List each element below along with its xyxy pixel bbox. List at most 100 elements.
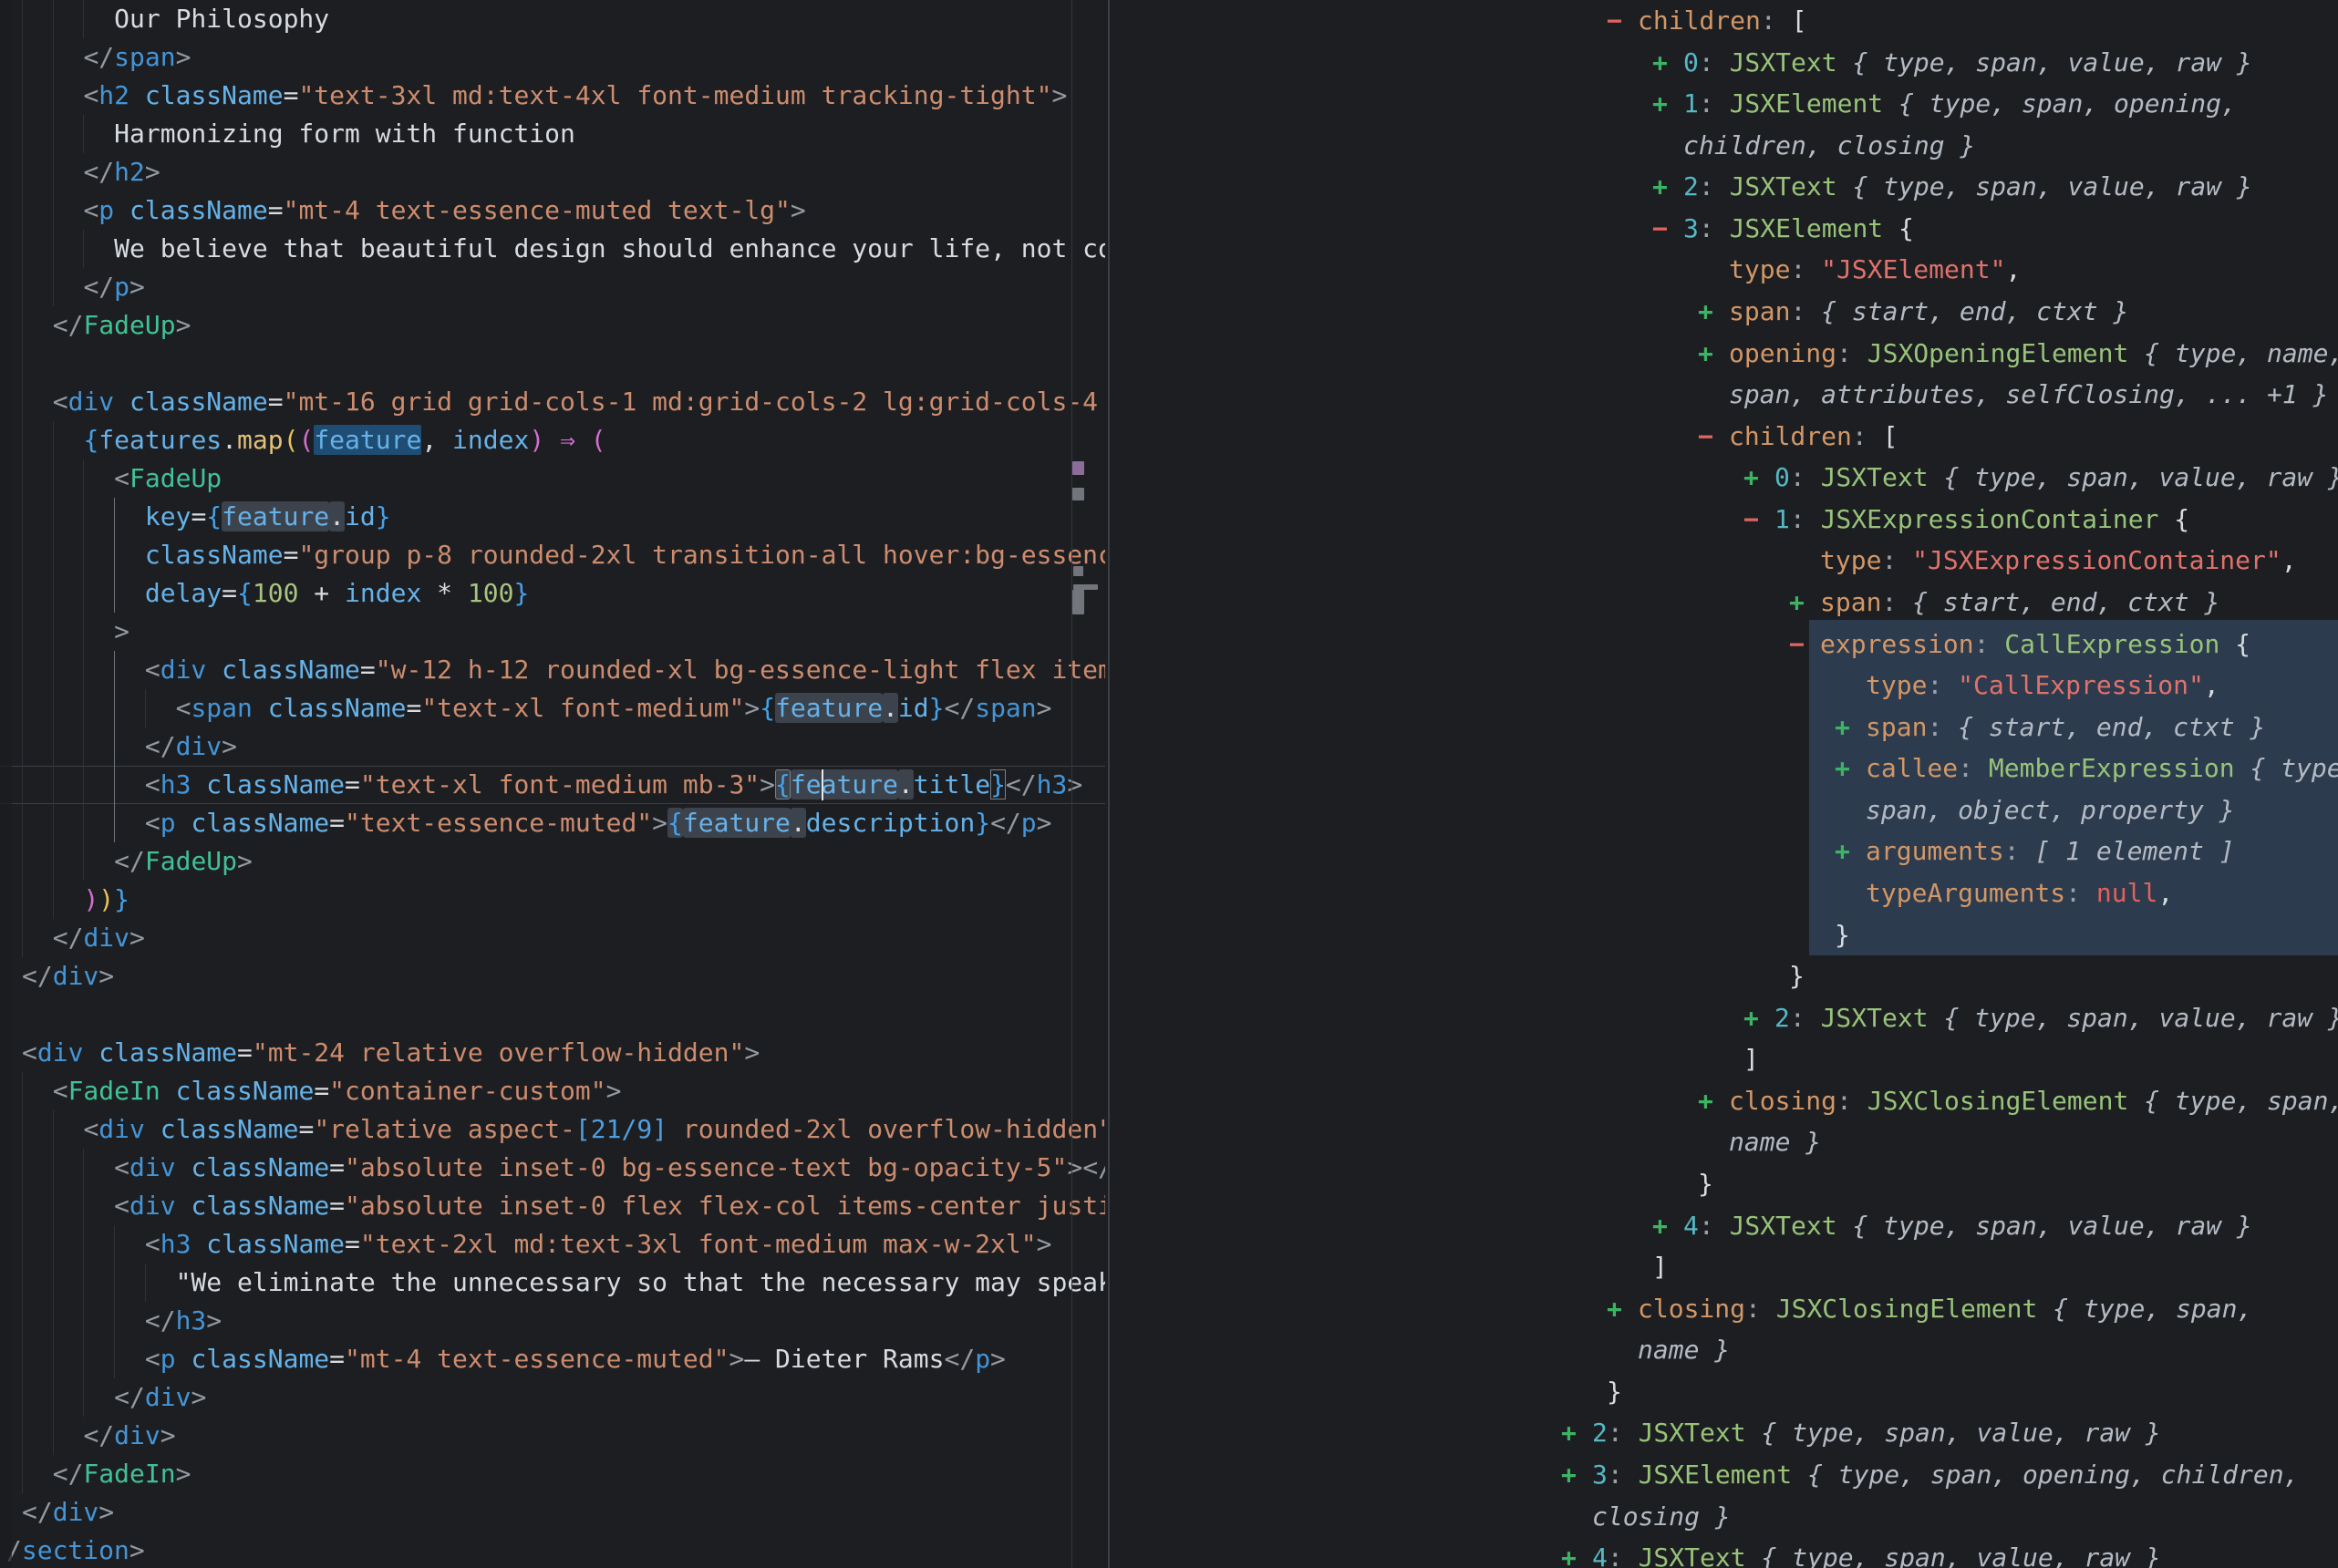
expand-icon[interactable]: + xyxy=(1698,1080,1729,1121)
ast-text-row[interactable]: } xyxy=(1789,955,1805,996)
ast-text-row[interactable]: name } xyxy=(1729,1121,1821,1162)
ast-node-row[interactable]: +0: JSXText { type, span, value, raw } xyxy=(1652,42,2252,83)
expand-icon[interactable]: + xyxy=(1561,1454,1592,1495)
expand-icon[interactable]: + xyxy=(1835,707,1866,748)
code-line[interactable]: </div> xyxy=(0,1417,1105,1455)
expand-icon[interactable]: + xyxy=(1652,83,1683,124)
collapse-icon[interactable]: − xyxy=(1789,624,1820,665)
expand-icon[interactable]: + xyxy=(1652,42,1683,83)
code-line[interactable]: <div className="w-12 h-12 rounded-xl bg-… xyxy=(0,651,1105,689)
ast-node-row[interactable]: +span: { start, end, ctxt } xyxy=(1789,582,2219,623)
code-editor-pane[interactable]: Our Philosophy </span> <h2 className="te… xyxy=(0,0,1105,1568)
ast-text-row[interactable]: name } xyxy=(1638,1329,1730,1370)
ast-text-row[interactable]: closing } xyxy=(1592,1496,1731,1537)
code-line[interactable]: className="group p-8 rounded-2xl transit… xyxy=(0,536,1105,574)
collapse-icon[interactable]: − xyxy=(1743,499,1774,540)
expand-icon[interactable]: + xyxy=(1652,166,1683,207)
ast-node-row[interactable]: −children: [ xyxy=(1607,0,1806,41)
ast-text-row[interactable]: } xyxy=(1607,1371,1622,1412)
pane-divider[interactable] xyxy=(1108,0,1110,1568)
code-line[interactable] xyxy=(0,995,1105,1034)
code-line[interactable]: </div> xyxy=(0,1493,1105,1532)
code-line[interactable] xyxy=(0,345,1105,383)
code-line[interactable]: <FadeIn className="container-custom"> xyxy=(0,1072,1105,1110)
code-line[interactable]: </span> xyxy=(0,38,1105,77)
code-line[interactable]: </div> xyxy=(0,727,1105,766)
ast-node-row[interactable]: +3: JSXElement { type, span, opening, ch… xyxy=(1561,1454,2299,1495)
code-line[interactable]: ))} xyxy=(0,881,1105,919)
code-line[interactable]: </h2> xyxy=(0,153,1105,191)
ast-text-row[interactable]: typeArguments: null, xyxy=(1866,872,2173,913)
ast-text-row[interactable]: ] xyxy=(1743,1038,1759,1079)
ast-text-row[interactable]: } xyxy=(1835,914,1850,955)
code-line[interactable]: <h2 className="text-3xl md:text-4xl font… xyxy=(0,77,1105,115)
code-line[interactable]: <p className="text-essence-muted">{featu… xyxy=(0,804,1105,842)
code-line[interactable]: <FadeUp xyxy=(0,459,1105,498)
code-line[interactable]: <span className="text-xl font-medium">{f… xyxy=(0,689,1105,727)
ast-text-row[interactable]: type: "CallExpression", xyxy=(1866,665,2219,706)
code-line[interactable]: </FadeUp> xyxy=(0,306,1105,345)
overview-ruler[interactable] xyxy=(1071,0,1105,1568)
expand-icon[interactable]: + xyxy=(1652,1205,1683,1246)
ast-text-row[interactable]: children, closing } xyxy=(1683,125,1975,166)
code-line[interactable]: <div className="absolute inset-0 flex fl… xyxy=(0,1187,1105,1225)
collapse-icon[interactable]: − xyxy=(1698,416,1729,457)
code-line[interactable]: Harmonizing form with function xyxy=(0,115,1105,153)
expand-icon[interactable]: + xyxy=(1561,1412,1592,1453)
ast-node-row[interactable]: +arguments: [ 1 element ] xyxy=(1835,830,2235,872)
code-line[interactable]: </FadeIn> xyxy=(0,1455,1105,1493)
code-line[interactable]: Our Philosophy xyxy=(0,0,1105,38)
ast-node-row[interactable]: +2: JSXText { type, span, value, raw } xyxy=(1743,997,2338,1038)
ast-node-row[interactable]: −children: [ xyxy=(1698,416,1898,457)
code-line[interactable]: <div className="relative aspect-[21/9] r… xyxy=(0,1110,1105,1149)
collapse-icon[interactable]: − xyxy=(1652,208,1683,249)
collapse-icon[interactable]: − xyxy=(1607,0,1638,41)
ast-text-row[interactable]: type: "JSXExpressionContainer", xyxy=(1820,540,2297,581)
ast-node-row[interactable]: +0: JSXText { type, span, value, raw } xyxy=(1743,457,2338,498)
expand-icon[interactable]: + xyxy=(1607,1288,1638,1329)
expand-icon[interactable]: + xyxy=(1698,333,1729,374)
code-line[interactable]: {features.map((feature, index) ⇒ ( xyxy=(0,421,1105,459)
ast-node-row[interactable]: +4: JSXText { type, span, value, raw } xyxy=(1652,1205,2252,1246)
expand-icon[interactable]: + xyxy=(1561,1537,1592,1568)
code-line[interactable]: <div className="absolute inset-0 bg-esse… xyxy=(0,1149,1105,1187)
code-line[interactable]: key={feature.id} xyxy=(0,498,1105,536)
code-line[interactable]: <p className="mt-4 text-essence-muted te… xyxy=(0,191,1105,230)
code-line[interactable]: </h3> xyxy=(0,1302,1105,1340)
code-line[interactable]: <div className="mt-16 grid grid-cols-1 m… xyxy=(0,383,1105,421)
ast-tree-pane[interactable]: −children: [+0: JSXText { type, span, va… xyxy=(1111,0,2338,1568)
ast-node-row[interactable]: +2: JSXText { type, span, value, raw } xyxy=(1652,166,2252,207)
code-line[interactable]: <p className="mt-4 text-essence-muted">–… xyxy=(0,1340,1105,1378)
expand-icon[interactable]: + xyxy=(1743,457,1774,498)
code-line[interactable]: </div> xyxy=(0,919,1105,957)
code-line-current[interactable]: <h3 className="text-xl font-medium mb-3"… xyxy=(0,766,1105,804)
ast-node-row[interactable]: +4: JSXText { type, span, value, raw } xyxy=(1561,1537,2161,1568)
ast-node-row[interactable]: +1: JSXElement { type, span, opening, xyxy=(1652,83,2237,124)
code-line[interactable]: </FadeUp> xyxy=(0,842,1105,881)
code-line[interactable]: </div> xyxy=(0,957,1105,995)
ast-text-row[interactable]: span, object, property } xyxy=(1866,789,2235,830)
ast-node-row[interactable]: +closing: JSXClosingElement { type, span… xyxy=(1698,1080,2338,1121)
code-line[interactable]: <h3 className="text-2xl md:text-3xl font… xyxy=(0,1225,1105,1264)
ast-node-row[interactable]: +span: { start, end, ctxt } xyxy=(1835,707,2265,748)
ast-node-row[interactable]: −3: JSXElement { xyxy=(1652,208,1914,249)
code-line[interactable]: We believe that beautiful design should … xyxy=(0,230,1105,268)
ast-node-row[interactable]: −1: JSXExpressionContainer { xyxy=(1743,499,2189,540)
code-line[interactable]: <div className="mt-24 relative overflow-… xyxy=(0,1034,1105,1072)
ast-node-row[interactable]: +callee: MemberExpression { type, xyxy=(1835,748,2338,789)
expand-icon[interactable]: + xyxy=(1743,997,1774,1038)
ast-text-row[interactable]: } xyxy=(1698,1163,1713,1204)
code-line[interactable]: /section> xyxy=(0,1532,1105,1568)
ast-text-row[interactable]: type: "JSXElement", xyxy=(1729,249,2021,290)
ast-node-row[interactable]: +2: JSXText { type, span, value, raw } xyxy=(1561,1412,2161,1453)
code-line[interactable]: > xyxy=(0,613,1105,651)
expand-icon[interactable]: + xyxy=(1789,582,1820,623)
ast-node-row[interactable]: +opening: JSXOpeningElement { type, name… xyxy=(1698,333,2338,374)
ast-text-row[interactable]: ] xyxy=(1652,1246,1668,1287)
expand-icon[interactable]: + xyxy=(1698,291,1729,332)
expand-icon[interactable]: + xyxy=(1835,830,1866,872)
ast-node-row[interactable]: −expression: CallExpression { xyxy=(1789,624,2250,665)
code-line[interactable]: </div> xyxy=(0,1378,1105,1417)
ast-node-row[interactable]: +span: { start, end, ctxt } xyxy=(1698,291,2128,332)
code-line[interactable]: "We eliminate the unnecessary so that th… xyxy=(0,1264,1105,1302)
